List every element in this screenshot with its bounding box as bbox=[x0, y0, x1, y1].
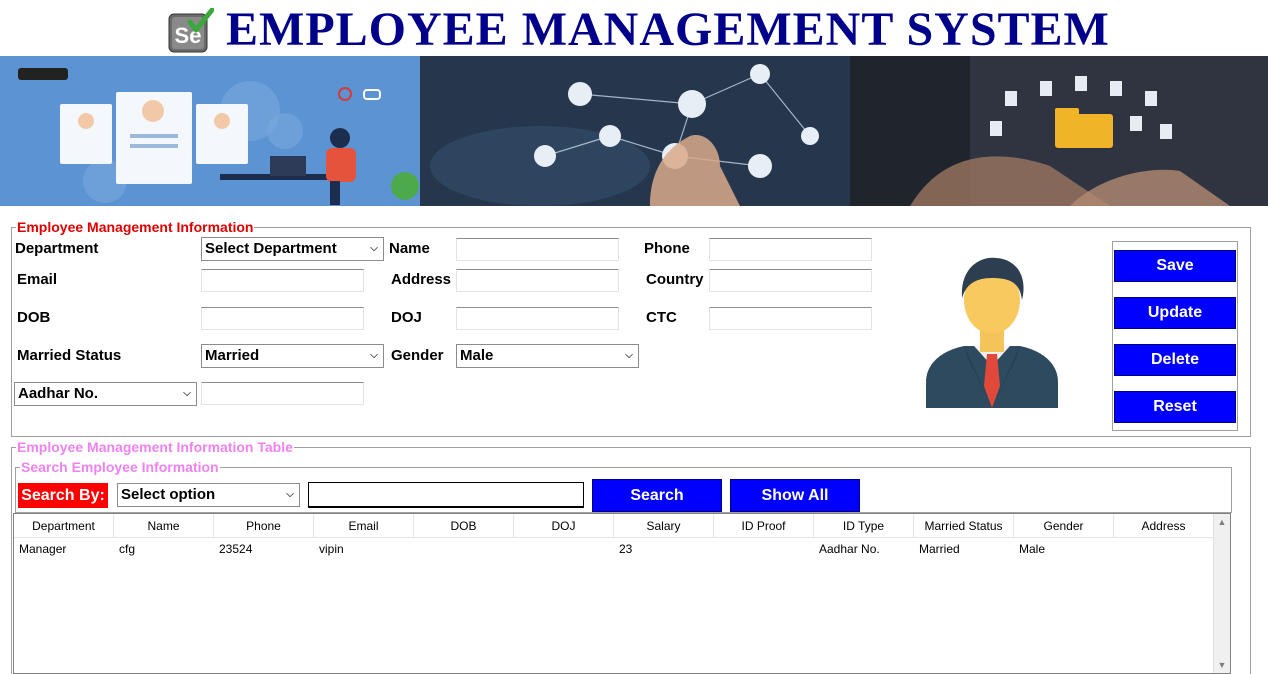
app-title: EMPLOYEE MANAGEMENT SYSTEM bbox=[226, 3, 1110, 56]
table-cell bbox=[414, 538, 514, 560]
country-label: Country bbox=[646, 271, 704, 288]
employee-avatar-icon bbox=[924, 254, 1060, 410]
table-cell bbox=[514, 538, 614, 560]
banner-illustration-hr bbox=[0, 56, 420, 206]
email-input[interactable] bbox=[201, 269, 364, 292]
title-bar: Se EMPLOYEE MANAGEMENT SYSTEM bbox=[0, 0, 1268, 56]
chevron-down-icon: ⌵ bbox=[286, 489, 294, 500]
banner-documents-image bbox=[850, 56, 1268, 206]
phone-label: Phone bbox=[644, 240, 690, 257]
email-label: Email bbox=[17, 271, 58, 288]
column-header[interactable]: Phone bbox=[214, 514, 314, 538]
employee-info-group: Employee Management Information bbox=[11, 219, 1251, 437]
address-input[interactable] bbox=[456, 269, 619, 292]
dob-label: DOB bbox=[17, 309, 51, 326]
department-label: Department bbox=[15, 240, 99, 257]
table-cell: Male bbox=[1019, 542, 1046, 556]
reset-button[interactable]: Reset bbox=[1114, 391, 1236, 423]
ctc-label: CTC bbox=[646, 309, 677, 326]
ctc-input[interactable] bbox=[709, 307, 872, 330]
chevron-down-icon: ⌵ bbox=[370, 243, 378, 254]
delete-button[interactable]: Delete bbox=[1114, 344, 1236, 376]
banner-network-image bbox=[420, 56, 850, 206]
gender-label: Gender bbox=[391, 347, 444, 364]
show-all-button[interactable]: Show All bbox=[730, 479, 860, 512]
gender-select[interactable]: Male ⌵ bbox=[456, 344, 639, 368]
table-cell: 23524 bbox=[219, 542, 253, 556]
scroll-up-icon[interactable]: ▲ bbox=[1214, 514, 1230, 530]
dob-input[interactable] bbox=[201, 307, 364, 330]
search-option-select[interactable]: Select option ⌵ bbox=[117, 483, 300, 507]
married-status-select[interactable]: Married ⌵ bbox=[201, 344, 384, 368]
department-select-value: Select Department bbox=[205, 240, 337, 257]
doj-input[interactable] bbox=[456, 307, 619, 330]
search-group-title: Search Employee Information bbox=[20, 459, 220, 475]
selenium-logo-icon: Se bbox=[168, 7, 215, 54]
table-cell bbox=[1114, 538, 1214, 560]
table-cell: Manager bbox=[19, 542, 67, 556]
address-label: Address bbox=[391, 271, 452, 288]
table-cell: Married bbox=[919, 542, 960, 556]
column-header[interactable]: Gender bbox=[1014, 514, 1114, 538]
table-cell bbox=[714, 538, 814, 560]
table-cell: cfg bbox=[119, 542, 136, 556]
column-header[interactable]: DOB bbox=[414, 514, 514, 538]
banner bbox=[0, 56, 1268, 206]
table-cell: Aadhar No. bbox=[819, 542, 880, 556]
gender-select-value: Male bbox=[460, 347, 494, 364]
vertical-scrollbar[interactable]: ▲ ▼ bbox=[1213, 514, 1230, 673]
name-input[interactable] bbox=[456, 238, 619, 261]
country-input[interactable] bbox=[709, 269, 872, 292]
scroll-thumb[interactable] bbox=[1216, 532, 1228, 657]
chevron-down-icon: ⌵ bbox=[183, 388, 191, 399]
table-row[interactable]: Manager cfg 23524 vipin 23 Aadhar No. Married M… bbox=[14, 538, 1214, 560]
column-header[interactable]: Address bbox=[1114, 514, 1214, 538]
search-by-label: Search By: bbox=[18, 483, 108, 508]
chevron-down-icon: ⌵ bbox=[625, 350, 633, 361]
employee-info-title: Employee Management Information bbox=[16, 219, 255, 235]
column-header[interactable]: Email bbox=[314, 514, 414, 538]
phone-input[interactable] bbox=[709, 238, 872, 261]
search-input[interactable] bbox=[308, 482, 584, 508]
id-number-input[interactable] bbox=[201, 382, 364, 405]
name-label: Name bbox=[389, 240, 430, 257]
column-header[interactable]: Married Status bbox=[914, 514, 1014, 538]
save-button[interactable]: Save bbox=[1114, 250, 1236, 282]
scroll-down-icon[interactable]: ▼ bbox=[1214, 657, 1230, 673]
column-header[interactable]: ID Type bbox=[814, 514, 914, 538]
column-header[interactable]: Salary bbox=[614, 514, 714, 538]
married-status-value: Married bbox=[205, 347, 260, 364]
search-button[interactable]: Search bbox=[592, 479, 722, 512]
married-status-label: Married Status bbox=[17, 347, 122, 364]
doj-label: DOJ bbox=[391, 309, 422, 326]
update-button[interactable]: Update bbox=[1114, 297, 1236, 329]
column-header[interactable]: Department bbox=[14, 514, 114, 538]
id-type-select[interactable]: Aadhar No. ⌵ bbox=[14, 382, 197, 406]
department-select[interactable]: Select Department ⌵ bbox=[201, 237, 384, 261]
id-type-value: Aadhar No. bbox=[18, 385, 99, 402]
column-header[interactable]: DOJ bbox=[514, 514, 614, 538]
search-option-value: Select option bbox=[121, 486, 216, 503]
employee-table[interactable]: Department Name Phone Email DOB DOJ Salary ID P… bbox=[13, 513, 1231, 674]
action-button-panel: Save Update Delete Reset bbox=[1112, 241, 1238, 431]
table-cell: 23 bbox=[619, 542, 633, 556]
column-header[interactable]: Name bbox=[114, 514, 214, 538]
chevron-down-icon: ⌵ bbox=[370, 350, 378, 361]
table-header: Department Name Phone Email DOB DOJ Salary ID P… bbox=[14, 514, 1214, 538]
column-header[interactable]: ID Proof bbox=[714, 514, 814, 538]
table-cell: vipin bbox=[319, 542, 344, 556]
employee-table-title: Employee Management Information Table bbox=[16, 439, 294, 455]
